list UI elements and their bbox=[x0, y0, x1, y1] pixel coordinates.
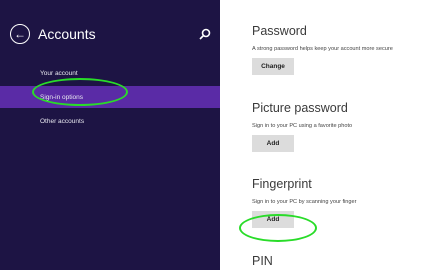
section-description-picture-password: Sign in to your PC using a favorite phot… bbox=[252, 123, 353, 129]
accounts-sidebar: ← Accounts Your account Sign-in options … bbox=[0, 0, 220, 270]
back-arrow-icon[interactable]: ← bbox=[10, 24, 30, 44]
fingerprint-section: Fingerprint Sign in to your PC by scanni… bbox=[252, 177, 356, 228]
sidebar-header: ← Accounts bbox=[10, 24, 96, 44]
pin-section: PIN bbox=[252, 254, 273, 268]
change-password-button[interactable]: Change bbox=[252, 58, 294, 75]
sidebar-title: Accounts bbox=[38, 26, 96, 42]
section-title-fingerprint: Fingerprint bbox=[252, 177, 312, 191]
section-title-password: Password bbox=[252, 24, 307, 38]
add-fingerprint-button[interactable]: Add bbox=[252, 211, 294, 228]
search-icon[interactable] bbox=[198, 27, 212, 41]
section-title-picture-password: Picture password bbox=[252, 101, 348, 115]
section-description-fingerprint: Sign in to your PC by scanning your fing… bbox=[252, 199, 357, 205]
sidebar-item-label: Sign-in options bbox=[40, 93, 83, 101]
section-description-password: A strong password helps keep your accoun… bbox=[252, 46, 393, 52]
password-section: Password A strong password helps keep yo… bbox=[252, 24, 393, 75]
sidebar-item-label: Your account bbox=[40, 69, 78, 77]
sidebar-item-label: Other accounts bbox=[40, 117, 85, 125]
sidebar-item-other-accounts[interactable]: Other accounts bbox=[0, 110, 220, 132]
section-title-pin: PIN bbox=[252, 254, 273, 268]
picture-password-section: Picture password Sign in to your PC usin… bbox=[252, 101, 352, 152]
sidebar-item-your-account[interactable]: Your account bbox=[0, 62, 220, 84]
sidebar-nav: Your account Sign-in options Other accou… bbox=[0, 62, 220, 134]
sidebar-item-sign-in-options[interactable]: Sign-in options bbox=[0, 86, 220, 108]
sign-in-options-panel: Password A strong password helps keep yo… bbox=[252, 0, 444, 270]
add-picture-password-button[interactable]: Add bbox=[252, 135, 294, 152]
